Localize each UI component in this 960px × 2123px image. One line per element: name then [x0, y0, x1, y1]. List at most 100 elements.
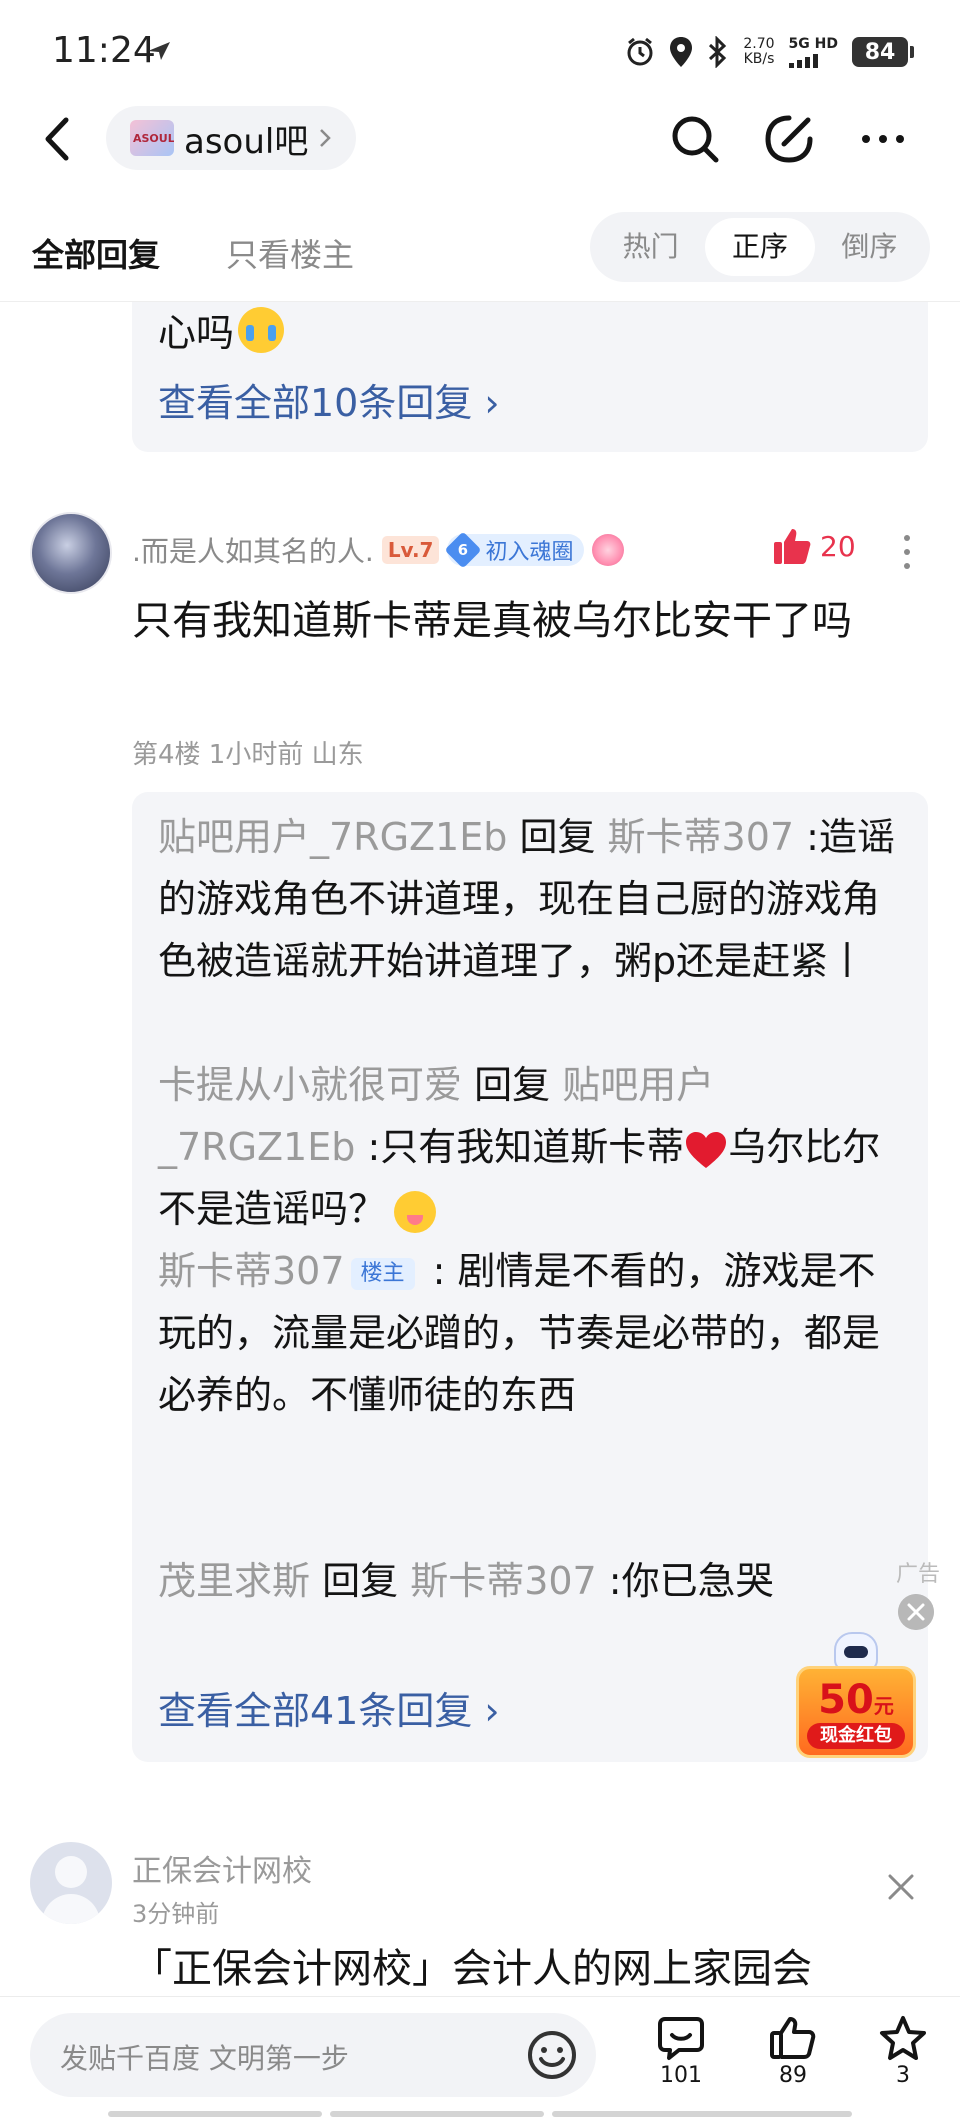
post-content: 只有我知道斯卡蒂是真被乌尔比安干了吗: [132, 598, 852, 644]
sort-ascending[interactable]: 正序: [705, 218, 815, 276]
post-more-icon[interactable]: [902, 532, 912, 572]
chevron-right-icon: [320, 129, 332, 147]
reply-text: :只有我知道斯卡蒂: [355, 1125, 685, 1169]
location-icon: [670, 37, 693, 67]
heart-icon: [686, 1131, 727, 1168]
ad-avatar: [30, 1842, 112, 1924]
red-packet-amount: 50元: [799, 1677, 913, 1723]
user-info: .而是人如其名的人. Lv.7 6 初入魂圈: [132, 530, 624, 570]
comment-icon: [658, 2017, 704, 2060]
ad-title[interactable]: 「正保会计网校」会计人的网上家园会: [132, 1936, 812, 1994]
sub-reply[interactable]: 贴吧用户_7RGZ1Eb 回复 斯卡蒂307 :造谣的游戏角色不讲道理，现在自己…: [158, 806, 898, 992]
ad-author[interactable]: 正保会计网校: [132, 1846, 312, 1890]
username[interactable]: .而是人如其名的人.: [132, 530, 374, 570]
comment-count: 101: [660, 2063, 702, 2088]
comment-button[interactable]: 101: [646, 2015, 716, 2088]
previous-reply-tail: 心吗: [158, 311, 235, 355]
decoration-icon: [591, 534, 624, 566]
reply-author[interactable]: 卡提从小就很可爱: [158, 1063, 462, 1107]
favorite-button[interactable]: 3: [868, 2015, 938, 2088]
red-packet-value: 50: [818, 1677, 874, 1723]
status-icons: 2.70 KB/s 5G HD 84: [625, 30, 914, 74]
post-meta: 第4楼 1小时前 山东: [132, 740, 364, 770]
gesture-bar-segment: [552, 2111, 852, 2117]
battery-indicator: 84: [852, 37, 914, 67]
thumbs-up-icon: [770, 2017, 816, 2059]
status-bar: 11:24 2.70 KB/s 5G HD 84: [0, 0, 960, 100]
network-speed-value: 2.70: [743, 36, 775, 52]
yum-face-icon: [394, 1190, 437, 1233]
previous-reply-text: 心吗: [158, 302, 285, 357]
favorite-count: 3: [896, 2063, 910, 2088]
edit-post-icon[interactable]: [762, 112, 816, 166]
level-badge: Lv.7: [381, 536, 440, 564]
close-icon[interactable]: [898, 1594, 934, 1630]
red-packet-tag: 现金红包: [807, 1723, 905, 1749]
sub-reply[interactable]: 斯卡蒂307 楼主 : 剧情是不看的，游戏是不玩的，流量是必蹭的，节奏是必带的，都…: [158, 1240, 898, 1426]
red-packet-unit: 元: [873, 1694, 894, 1718]
search-icon[interactable]: [668, 112, 722, 166]
forum-logo-text: ASOUL: [133, 132, 174, 145]
compose-input[interactable]: 发贴千百度 文明第一步: [30, 2013, 596, 2097]
reply-author[interactable]: 茂里求斯: [158, 1559, 310, 1603]
sort-descending[interactable]: 倒序: [815, 218, 924, 276]
network-speed: 2.70 KB/s: [743, 37, 774, 67]
alarm-icon: [627, 37, 653, 66]
emoji-icon[interactable]: [526, 2029, 578, 2081]
reply-target[interactable]: 斯卡蒂307: [608, 815, 795, 859]
reply-target[interactable]: 斯卡蒂307: [410, 1559, 597, 1603]
sub-reply[interactable]: 卡提从小就很可爱 回复 贴吧用户_7RGZ1Eb :只有我知道斯卡蒂 乌尔比尔不是…: [158, 1054, 898, 1240]
post-like-button[interactable]: 20: [772, 526, 856, 566]
ad-label: 广告: [896, 1562, 941, 1587]
compose-placeholder: 发贴千百度 文明第一步: [60, 2042, 349, 2075]
member-badge: 6 初入魂圈: [444, 531, 584, 569]
tab-all-replies[interactable]: 全部回复: [32, 230, 160, 276]
reply-author[interactable]: 贴吧用户_7RGZ1Eb: [158, 815, 507, 859]
crying-face-icon: [238, 306, 285, 353]
reply-author[interactable]: 斯卡蒂307: [158, 1249, 345, 1293]
reply-tabs: 全部回复 只看楼主 热门 正序 倒序: [0, 212, 960, 302]
gesture-bar-segment: [108, 2111, 322, 2117]
network-type: 5G HD: [788, 35, 838, 52]
view-all-replies-link[interactable]: 查看全部41条回复 ›: [158, 1680, 500, 1735]
bluetooth-icon: [709, 36, 727, 68]
top-navigation: ASOUL asoul吧: [0, 100, 960, 220]
forum-name: asoul吧: [184, 121, 309, 162]
previous-reply-box: 心吗 查看全部10条回复 ›: [132, 302, 928, 452]
location-arrow-icon: [148, 42, 170, 60]
thumbs-up-icon: [774, 529, 811, 564]
like-total: 89: [779, 2063, 807, 2088]
red-packet-body: 50元 现金红包: [796, 1666, 916, 1758]
user-avatar[interactable]: [30, 512, 112, 594]
forum-logo: ASOUL: [130, 120, 174, 156]
like-button[interactable]: 89: [758, 2015, 828, 2088]
sort-toggle: 热门 正序 倒序: [590, 212, 930, 282]
gesture-bar-segment: [330, 2111, 544, 2117]
badge-level-number: 6: [458, 541, 469, 559]
sub-reply[interactable]: 茂里求斯 回复 斯卡蒂307 :你已急哭: [158, 1550, 898, 1612]
badge-level-icon: 6: [444, 531, 483, 569]
view-all-replies-link[interactable]: 查看全部10条回复 ›: [158, 372, 500, 427]
reply-text: :你已急哭: [596, 1559, 774, 1603]
dismiss-icon[interactable]: [886, 1872, 916, 1902]
like-count: 20: [820, 529, 856, 563]
star-icon: [880, 2016, 926, 2060]
sort-hot[interactable]: 热门: [596, 218, 705, 276]
red-packet-ad[interactable]: 50元 现金红包: [796, 1632, 916, 1758]
badge-title: 初入魂圈: [485, 540, 574, 565]
signal-icon: [788, 53, 818, 68]
reply-verb: 回复: [462, 1063, 563, 1107]
sub-replies-box: 贴吧用户_7RGZ1Eb 回复 斯卡蒂307 :造谣的游戏角色不讲道理，现在自己…: [132, 792, 928, 1762]
network-speed-unit: KB/s: [743, 51, 775, 67]
back-arrow-icon[interactable]: [38, 114, 78, 164]
status-time: 11:24: [52, 30, 156, 71]
ad-time: 3分钟前: [132, 1900, 220, 1928]
forum-entry-button[interactable]: ASOUL asoul吧: [106, 106, 357, 170]
reply-verb: 回复: [310, 1559, 411, 1603]
tab-owner-only[interactable]: 只看楼主: [226, 230, 354, 276]
more-options-icon[interactable]: [856, 112, 910, 166]
reply-verb: 回复: [507, 815, 608, 859]
signal-block: 5G HD: [788, 35, 838, 68]
host-tag: 楼主: [350, 1257, 415, 1290]
bottom-bar: 发贴千百度 文明第一步 101 89 3: [0, 1996, 960, 2123]
